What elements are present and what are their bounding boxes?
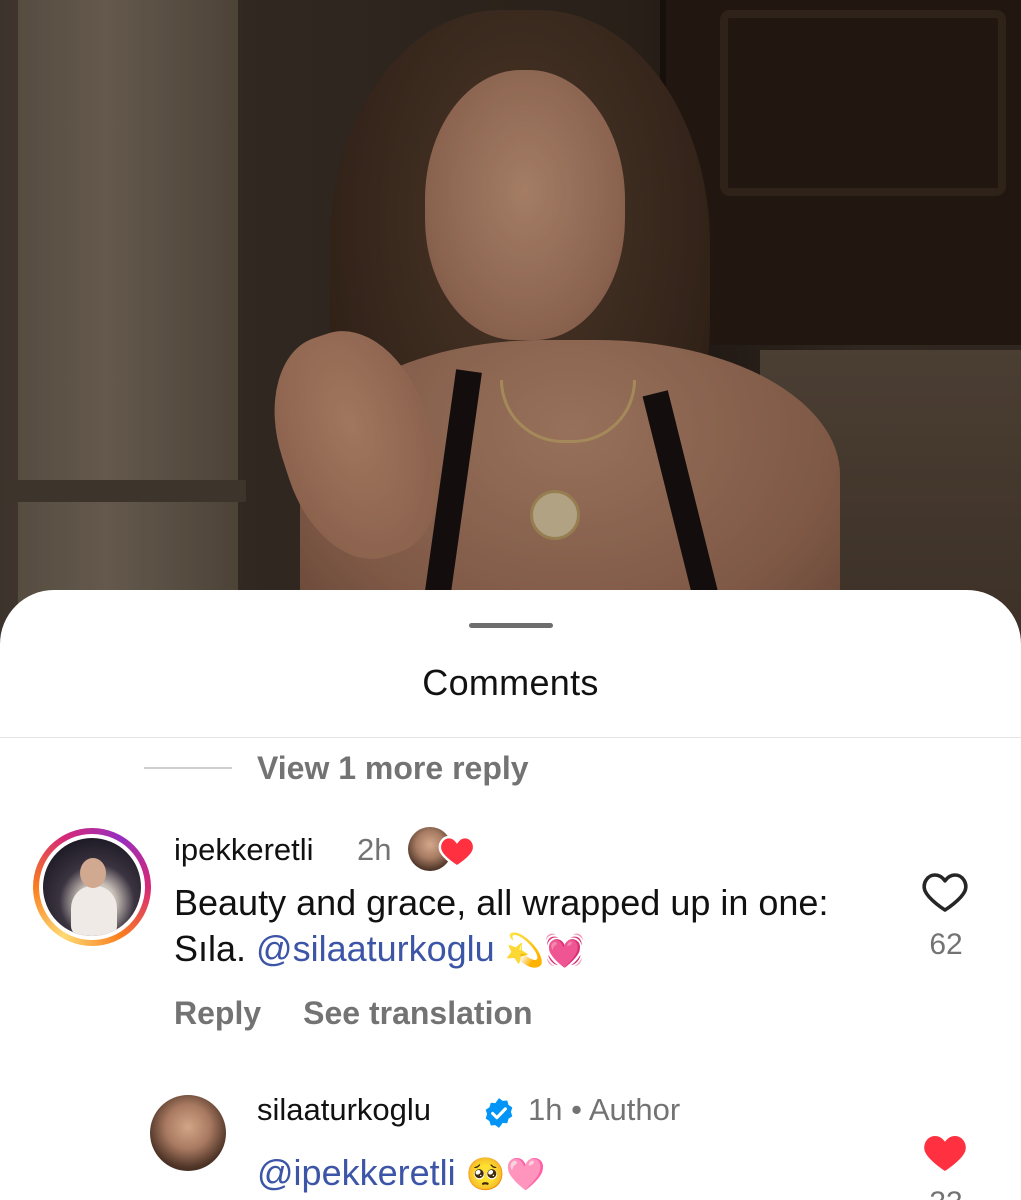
comment-emojis: 💫💓 bbox=[504, 931, 585, 969]
like-count: 62 bbox=[929, 928, 963, 961]
see-translation-button[interactable]: See translation bbox=[303, 995, 532, 1032]
comment-actions: Reply See translation bbox=[174, 995, 575, 1032]
sheet-title: Comments bbox=[422, 662, 599, 703]
divider bbox=[0, 737, 1021, 738]
comment-username[interactable]: ipekkeretli bbox=[174, 832, 314, 868]
view-more-replies-button[interactable]: View 1 more reply bbox=[257, 750, 529, 787]
like-count: 33 bbox=[906, 1186, 986, 1200]
avatar-head bbox=[80, 858, 106, 888]
comment-timestamp-author: 1h • Author bbox=[528, 1092, 681, 1127]
post-photo bbox=[0, 0, 1021, 640]
heart-outline-icon[interactable] bbox=[921, 870, 969, 914]
avatar[interactable] bbox=[150, 1095, 226, 1171]
comment-text: @ipekkeretli 🥺🩷 bbox=[257, 1150, 545, 1197]
avatar[interactable] bbox=[43, 838, 141, 936]
mention-link[interactable]: @ipekkeretli bbox=[257, 1152, 456, 1193]
heart-filled-icon[interactable] bbox=[921, 1131, 969, 1175]
mention-link[interactable]: @silaaturkoglu bbox=[256, 928, 495, 969]
reply-button[interactable]: Reply bbox=[174, 995, 261, 1032]
author-liked-heart-icon bbox=[438, 835, 476, 868]
comment-emojis: 🥺🩷 bbox=[465, 1155, 546, 1193]
comment-text: Beauty and grace, all wrapped up in one:… bbox=[174, 880, 874, 973]
photo-dim-overlay bbox=[0, 0, 1021, 640]
comment-username[interactable]: silaaturkoglu bbox=[257, 1092, 431, 1128]
verified-badge-icon bbox=[485, 1098, 513, 1128]
comment-timestamp: 2h bbox=[357, 832, 392, 867]
comments-sheet: Comments View 1 more reply ipekkeretli 2… bbox=[0, 590, 1021, 1200]
thread-line bbox=[144, 767, 232, 769]
avatar-figure bbox=[71, 886, 117, 936]
sheet-grabber[interactable] bbox=[469, 623, 553, 628]
